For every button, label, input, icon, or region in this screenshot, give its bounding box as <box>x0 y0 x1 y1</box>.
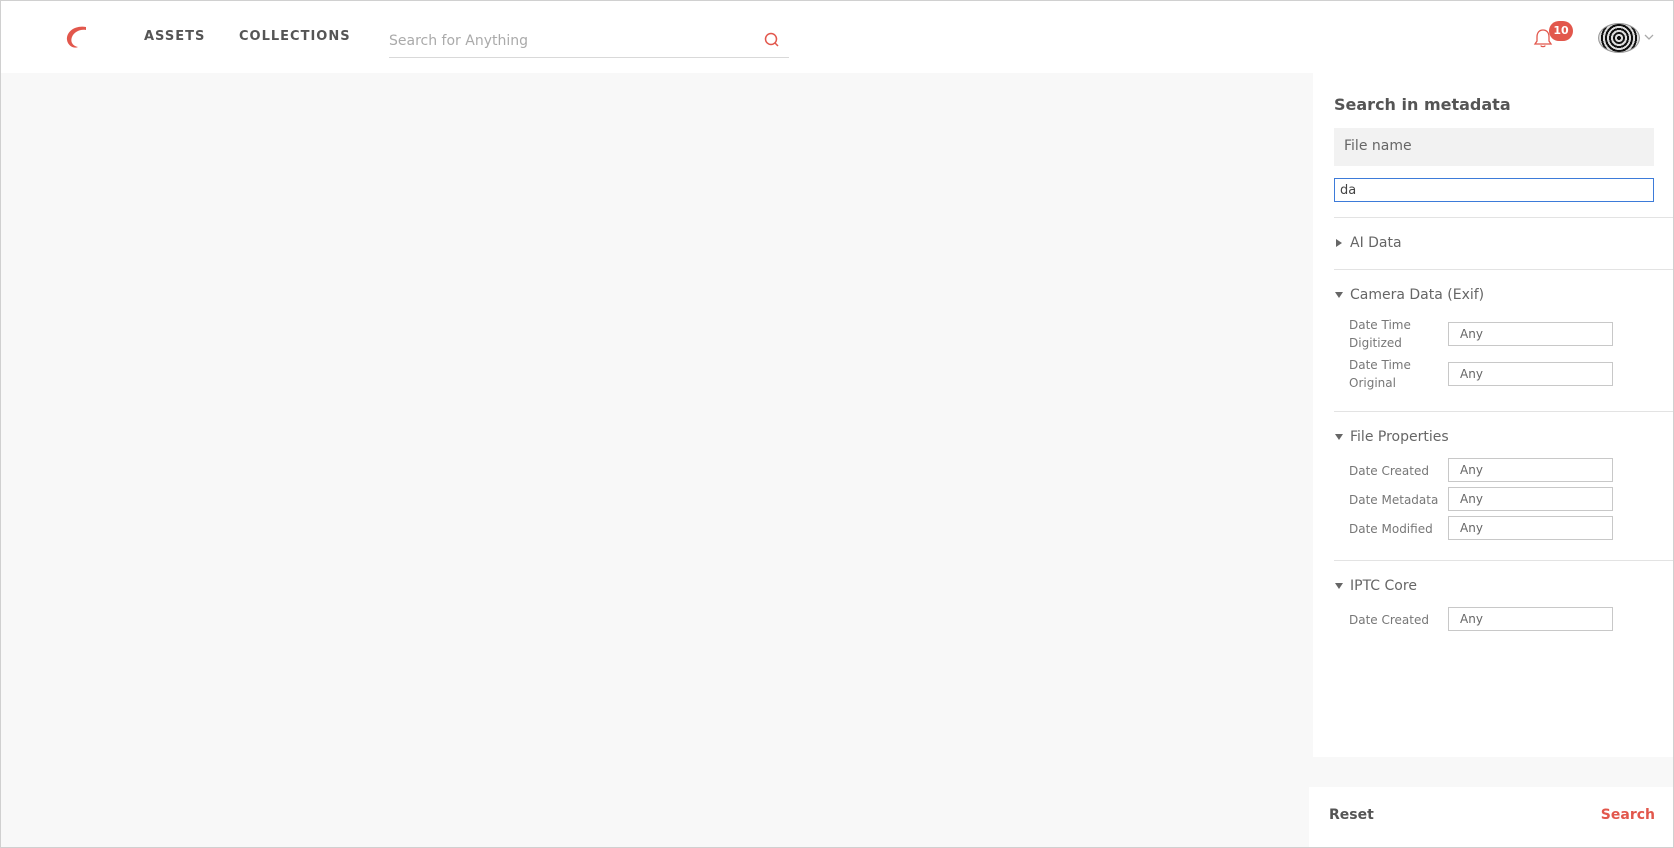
file-name-input[interactable] <box>1334 178 1654 202</box>
section-camera-data-label: Camera Data (Exif) <box>1350 287 1485 303</box>
divider <box>1334 217 1673 218</box>
caret-right-icon <box>1336 239 1342 247</box>
app-logo-icon[interactable] <box>62 23 90 51</box>
top-header: ASSETS COLLECTIONS 10 <box>1 1 1673 73</box>
global-search <box>389 25 789 58</box>
section-iptc-core[interactable]: IPTC Core <box>1334 578 1417 594</box>
file-name-label: File name <box>1334 128 1654 166</box>
date-time-original-label: Date Time Original <box>1349 358 1411 390</box>
section-camera-data[interactable]: Camera Data (Exif) <box>1334 287 1484 303</box>
panel-title: Search in metadata <box>1334 95 1511 114</box>
divider <box>1334 269 1673 270</box>
search-button[interactable]: Search <box>1601 807 1655 823</box>
notification-badge[interactable]: 10 <box>1549 21 1573 41</box>
date-time-digitized-label: Date Time Digitized <box>1349 318 1411 350</box>
section-iptc-core-label: IPTC Core <box>1350 578 1417 594</box>
date-modified-label: Date Modified <box>1349 522 1433 536</box>
reset-button[interactable]: Reset <box>1329 807 1374 823</box>
divider <box>1334 411 1673 412</box>
section-file-properties[interactable]: File Properties <box>1334 429 1449 445</box>
iptc-date-created-label: Date Created <box>1349 613 1429 627</box>
date-created-label: Date Created <box>1349 464 1429 478</box>
iptc-date-created-input[interactable] <box>1448 607 1613 631</box>
date-metadata-input[interactable] <box>1448 487 1613 511</box>
section-ai-data-label: AI Data <box>1350 235 1402 251</box>
app-window: ASSETS COLLECTIONS 10 Search in metadata… <box>0 0 1674 848</box>
date-created-input[interactable] <box>1448 458 1613 482</box>
caret-down-icon <box>1335 583 1343 589</box>
panel-footer: Reset Search <box>1309 787 1673 847</box>
date-modified-input[interactable] <box>1448 516 1613 540</box>
date-metadata-label: Date Metadata <box>1349 493 1439 507</box>
date-time-digitized-input[interactable] <box>1448 322 1613 346</box>
divider <box>1334 560 1673 561</box>
section-ai-data[interactable]: AI Data <box>1334 235 1402 251</box>
search-icon[interactable] <box>763 31 781 49</box>
nav-collections[interactable]: COLLECTIONS <box>239 29 351 44</box>
metadata-search-panel: Search in metadata File name AI Data Cam… <box>1313 73 1673 757</box>
user-avatar[interactable] <box>1598 23 1640 53</box>
nav-assets[interactable]: ASSETS <box>144 29 205 44</box>
date-time-original-input[interactable] <box>1448 362 1613 386</box>
global-search-input[interactable] <box>389 29 749 53</box>
section-file-properties-label: File Properties <box>1350 429 1449 445</box>
caret-down-icon <box>1335 292 1343 298</box>
chevron-down-icon[interactable] <box>1644 33 1654 41</box>
caret-down-icon <box>1335 434 1343 440</box>
